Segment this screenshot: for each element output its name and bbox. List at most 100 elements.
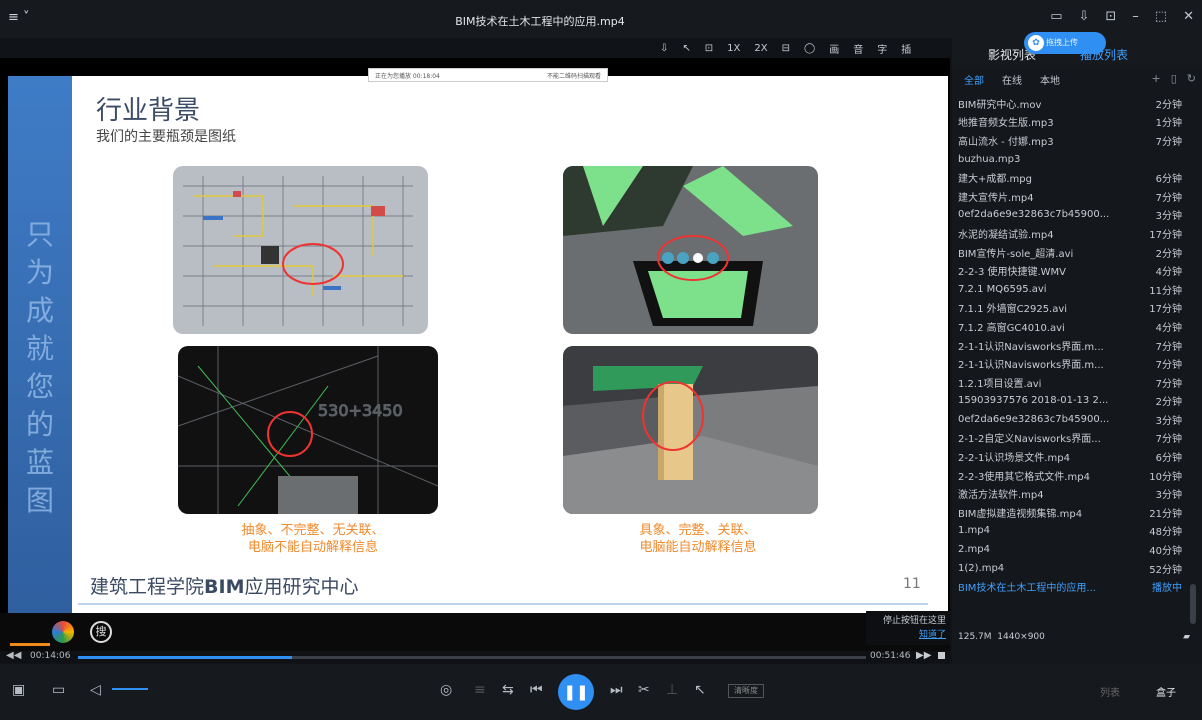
- svg-text:530+3450: 530+3450: [318, 401, 403, 420]
- mini-mode-icon[interactable]: ▭: [1050, 9, 1062, 24]
- playlist-item[interactable]: 1(2).mp4 52分钟: [952, 559, 1188, 578]
- upload-button[interactable]: ✿ 拖拽上传: [1024, 32, 1106, 54]
- playlist-scrollbar[interactable]: [1190, 584, 1196, 624]
- model-3d-image-2: [563, 346, 818, 514]
- tab-list[interactable]: 列表: [1100, 684, 1120, 699]
- playlist-item[interactable]: BIM研究中心.mov 2分钟: [952, 94, 1188, 113]
- progress-bar[interactable]: ◀◀ 00:14:06 00:51:46 ▶▶: [0, 650, 950, 663]
- playlist-item-name: 2-1-1认识Navisworks界面.m...: [958, 341, 1104, 353]
- playlist-item-name: 激活方法软件.mp4: [958, 490, 1044, 502]
- playlist-item[interactable]: 建大+成都.mpg 6分钟: [952, 168, 1188, 187]
- playlist-item[interactable]: 7.1.1 外墙窗C2925.avi 17分钟: [952, 299, 1188, 318]
- screenshot-icon[interactable]: ⊡: [705, 43, 713, 54]
- pointer-icon[interactable]: ↖: [682, 43, 690, 54]
- open-folder-icon[interactable]: ▣: [12, 682, 25, 698]
- playlist-item[interactable]: 2.mp4 40分钟: [952, 540, 1188, 559]
- volume-icon[interactable]: ◁: [90, 682, 101, 698]
- playlist-item-duration: 7分钟: [1155, 192, 1182, 204]
- caption-left: 抽象、不完整、无关联、 电脑不能自动解释信息: [241, 523, 385, 555]
- fullscreen-icon[interactable]: ⊟: [782, 43, 790, 54]
- playlist-item-name: 2-2-1认识场景文件.mp4: [958, 453, 1070, 465]
- playlist-item[interactable]: BIM虚拟建造视频集锦.mp4 21分钟: [952, 503, 1188, 522]
- playlist-item[interactable]: BIM宣传片-sole_超清.avi 2分钟: [952, 243, 1188, 262]
- filter-local[interactable]: 本地: [1040, 72, 1060, 92]
- playlist-item[interactable]: 地推音频女生版.mp3 1分钟: [952, 113, 1188, 132]
- subtitle-button[interactable]: 字: [877, 41, 887, 56]
- playlist-item-name: 2-2-3 使用快捷键.WMV: [958, 267, 1067, 279]
- next-icon[interactable]: ⏭: [610, 682, 623, 698]
- download-icon[interactable]: ⇩: [1078, 9, 1089, 24]
- add-icon[interactable]: +: [1152, 72, 1161, 85]
- tab-box[interactable]: 盒子: [1156, 684, 1176, 699]
- video-canvas[interactable]: 正在为您播放 00:18:04 不能二维码扫描观看 只为成就您的蓝图 行业背景 …: [0, 58, 950, 653]
- playlist-mode-icon[interactable]: ≡: [474, 682, 486, 698]
- settings-sliders-icon[interactable]: ⇆: [502, 682, 514, 698]
- volume-slider[interactable]: [112, 688, 148, 690]
- maximize-button[interactable]: ⬚: [1155, 9, 1167, 24]
- playlist-item-name: 15903937576 2018-01-13 2...: [958, 395, 1109, 407]
- progress-track[interactable]: [78, 656, 866, 659]
- overlay-left-text: 正在为您播放 00:18:04: [375, 73, 440, 80]
- pause-button[interactable]: ❚❚: [558, 674, 594, 710]
- folder-icon[interactable]: ▭: [52, 682, 65, 698]
- playlist-item[interactable]: 高山流水 - 付娜.mp3 7分钟: [952, 131, 1188, 150]
- playlist-item[interactable]: 建大宣传片.mp4 7分钟: [952, 187, 1188, 206]
- stop-icon[interactable]: [938, 652, 945, 659]
- video-player-window: ≡ ˅ BIM技术在土木工程中的应用.mp4 ▭ ⇩ ⊡ – ⬚ ✕ ⇩ ↖ ⊡…: [0, 0, 1202, 720]
- filter-online[interactable]: 在线: [1002, 72, 1022, 92]
- playlist-item-duration: 7分钟: [1155, 360, 1182, 372]
- download-icon-2[interactable]: ⊥: [666, 682, 678, 698]
- cut-icon[interactable]: ✂: [638, 682, 650, 698]
- playlist-item[interactable]: 0ef2da6e9e32863c7b45900... 3分钟: [952, 410, 1188, 429]
- forward-icon[interactable]: ▶▶: [916, 650, 931, 661]
- size-2x-button[interactable]: 2X: [754, 43, 767, 54]
- playlist-item-name: 建大+成都.mpg: [958, 174, 1032, 186]
- playlist-item-duration: 6分钟: [1155, 174, 1182, 186]
- previous-icon[interactable]: ⏮: [530, 682, 543, 698]
- audio-button[interactable]: 音: [853, 41, 863, 56]
- playlist-item[interactable]: 0ef2da6e9e32863c7b45900... 3分钟: [952, 206, 1188, 225]
- refresh-icon[interactable]: ↻: [1187, 72, 1196, 85]
- skin-icon[interactable]: ⊡: [1105, 9, 1116, 24]
- playlist-item[interactable]: buzhua.mp3: [952, 150, 1188, 169]
- hint-dismiss-link[interactable]: 知道了: [870, 628, 946, 642]
- footer-org: 建筑工程学院: [90, 576, 205, 598]
- playlist-item[interactable]: 2-2-3 使用快捷键.WMV 4分钟: [952, 261, 1188, 280]
- playlist-item[interactable]: 2-1-1认识Navisworks界面.m... 7分钟: [952, 354, 1188, 373]
- playlist-item[interactable]: 激活方法软件.mp4 3分钟: [952, 484, 1188, 503]
- search-icon[interactable]: ◯: [804, 43, 815, 54]
- close-button[interactable]: ✕: [1183, 9, 1194, 24]
- orange-accent: [10, 643, 50, 646]
- size-1x-button[interactable]: 1X: [727, 43, 740, 54]
- filter-all[interactable]: 全部: [964, 72, 984, 92]
- playlist-item[interactable]: 2-1-2自定义Navisworks界面... 7分钟: [952, 429, 1188, 448]
- playlist-item[interactable]: 7.1.2 高窗GC4010.avi 4分钟: [952, 317, 1188, 336]
- pointer-icon-2[interactable]: ↖: [694, 682, 706, 698]
- playlist-item[interactable]: 15903937576 2018-01-13 2... 2分钟: [952, 392, 1188, 411]
- folder-small-icon[interactable]: ▰: [1183, 632, 1190, 642]
- playlist-item[interactable]: BIM技术在土木工程中的应用... 播放中: [952, 577, 1188, 596]
- playlist-item[interactable]: 水泥的凝结试验.mp4 17分钟: [952, 224, 1188, 243]
- playlist-item-name: 2-1-1认识Navisworks界面.m...: [958, 360, 1104, 372]
- playlist-item[interactable]: 2-1-1认识Navisworks界面.m... 7分钟: [952, 336, 1188, 355]
- plugin-button[interactable]: 插: [901, 41, 911, 56]
- download-video-icon[interactable]: ⇩: [660, 43, 668, 54]
- playlist-item[interactable]: 1.2.1项目设置.avi 7分钟: [952, 373, 1188, 392]
- playlist-item-name: 水泥的凝结试验.mp4: [958, 229, 1054, 241]
- playlist-item[interactable]: 1.mp4 48分钟: [952, 522, 1188, 541]
- slide-subtitle: 我们的主要瓶颈是图纸: [96, 129, 236, 145]
- 3d-mode-icon[interactable]: ◎: [440, 682, 452, 698]
- file-icon[interactable]: ▯: [1171, 72, 1177, 85]
- playlist-item[interactable]: 2-2-1认识场景文件.mp4 6分钟: [952, 447, 1188, 466]
- minimize-button[interactable]: –: [1132, 9, 1139, 24]
- playlist-item[interactable]: 7.2.1 MQ6595.avi 11分钟: [952, 280, 1188, 299]
- right-panel: 影视列表 播放列表 ✿ 拖拽上传 全部 在线 本地 + ▯ ↻ BIM研究中心.m…: [952, 32, 1202, 664]
- playlist-item-duration: 17分钟: [1149, 229, 1182, 241]
- rewind-icon[interactable]: ◀◀: [6, 650, 21, 661]
- quality-button[interactable]: 清晰度: [728, 684, 764, 698]
- current-time: 00:14:06: [30, 651, 71, 661]
- picture-button[interactable]: 画: [829, 41, 839, 56]
- window-controls: ▭ ⇩ ⊡ – ⬚ ✕: [1050, 9, 1194, 24]
- playlist-item[interactable]: 2-2-3使用其它格式文件.mp4 10分钟: [952, 466, 1188, 485]
- playlist-item-duration: 7分钟: [1155, 378, 1182, 390]
